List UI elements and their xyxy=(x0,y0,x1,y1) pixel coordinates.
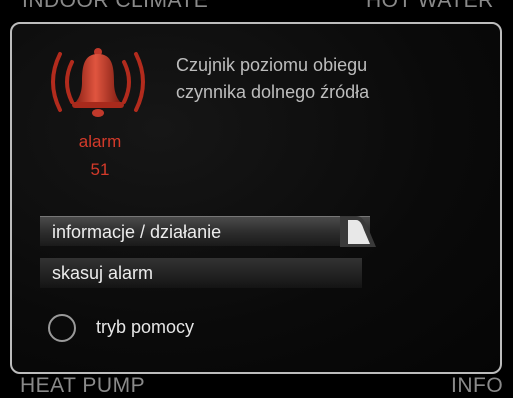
bg-tab-heat-pump: HEAT PUMP xyxy=(20,374,146,397)
alarm-message-line1: Czujnik poziomu obiegu xyxy=(176,55,368,75)
alarm-dialog: alarm 51 Czujnik poziomu obiegu czynnika… xyxy=(10,22,502,374)
bg-tab-hot-water: HOT WATER xyxy=(366,0,494,12)
menu-item-info-operation[interactable]: informacje / działanie xyxy=(40,216,376,247)
alarm-code: 51 xyxy=(90,160,110,179)
menu-item-label: skasuj alarm xyxy=(52,263,154,283)
menu-item-reset-alarm[interactable]: skasuj alarm xyxy=(40,258,362,288)
alarm-label: alarm xyxy=(78,132,122,151)
menu-item-label: informacje / działanie xyxy=(52,222,222,242)
bg-tab-info: INFO xyxy=(451,374,504,397)
alarm-message-line2: czynnika dolnego źródła xyxy=(176,82,370,102)
alarm-message: Czujnik poziomu obiegu czynnika dolnego … xyxy=(176,52,466,106)
bg-tab-indoor-climate: INDOOR CLIMATE xyxy=(22,0,209,12)
help-mode-radio[interactable] xyxy=(48,314,76,342)
alarm-bell-icon xyxy=(38,42,158,122)
help-mode-label: tryb pomocy xyxy=(96,317,195,337)
selection-tab-icon xyxy=(340,216,376,247)
